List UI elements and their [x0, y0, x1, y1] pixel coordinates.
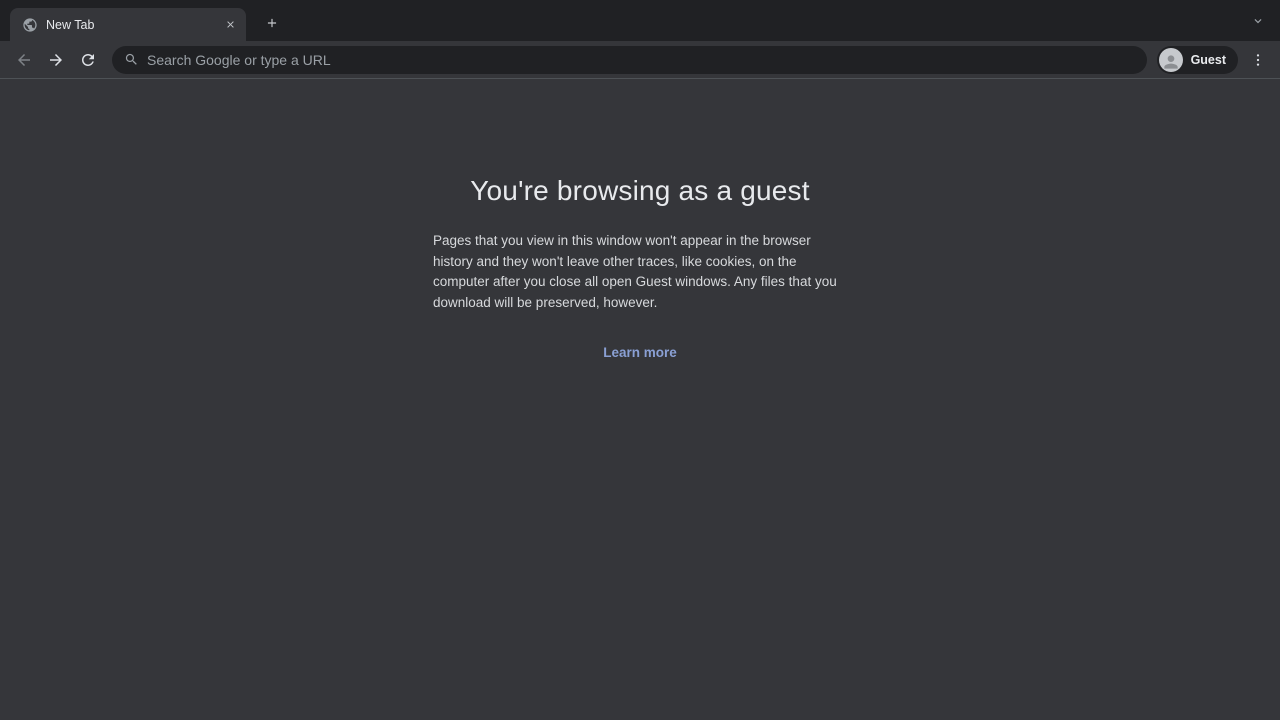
globe-favicon-icon	[22, 17, 38, 33]
forward-arrow-icon	[47, 51, 65, 69]
page-title: You're browsing as a guest	[470, 175, 810, 207]
profile-label: Guest	[1191, 53, 1226, 67]
search-icon	[124, 52, 139, 67]
guest-new-tab-page: You're browsing as a guest Pages that yo…	[0, 79, 1280, 719]
guest-avatar-icon	[1159, 48, 1183, 72]
browser-toolbar: Guest	[0, 41, 1280, 79]
plus-icon	[265, 16, 279, 30]
omnibox-input[interactable]	[147, 52, 1135, 68]
chevron-down-icon	[1251, 14, 1265, 28]
reload-button[interactable]	[74, 46, 102, 74]
back-button[interactable]	[10, 46, 38, 74]
forward-button[interactable]	[42, 46, 70, 74]
new-tab-button[interactable]	[258, 9, 286, 37]
tab-new-tab[interactable]: New Tab	[10, 8, 246, 41]
reload-icon	[79, 51, 97, 69]
kebab-menu-icon	[1250, 52, 1266, 68]
browser-menu-button[interactable]	[1244, 46, 1272, 74]
back-arrow-icon	[15, 51, 33, 69]
guest-description: Pages that you view in this window won't…	[433, 231, 847, 313]
tab-close-icon[interactable]	[222, 17, 238, 33]
tab-search-chevron-button[interactable]	[1250, 13, 1266, 29]
learn-more-link[interactable]: Learn more	[603, 345, 677, 360]
omnibox[interactable]	[112, 46, 1147, 74]
tab-strip: New Tab	[0, 0, 1280, 41]
profile-button[interactable]: Guest	[1157, 46, 1238, 74]
tab-title: New Tab	[46, 18, 222, 32]
